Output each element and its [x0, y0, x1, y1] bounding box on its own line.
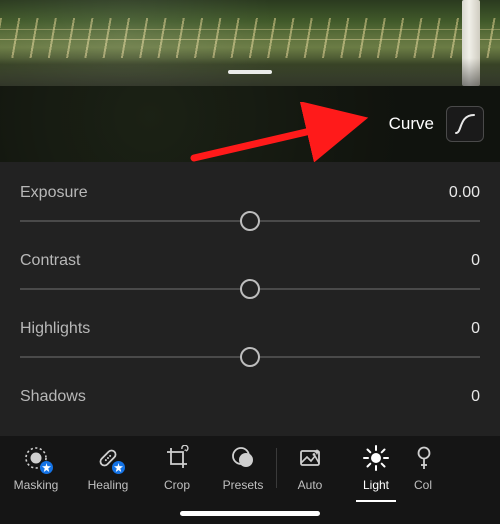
curve-header: Curve — [0, 86, 500, 162]
tool-label: Presets — [223, 478, 264, 492]
highlights-row: Highlights 0 — [20, 310, 480, 360]
exposure-row: Exposure 0.00 — [20, 174, 480, 224]
tool-healing[interactable]: Healing — [72, 444, 144, 502]
photo-texture — [0, 18, 500, 58]
contrast-row: Contrast 0 — [20, 242, 480, 292]
exposure-value: 0.00 — [449, 184, 480, 202]
highlights-value: 0 — [471, 320, 480, 338]
auto-icon — [296, 444, 324, 472]
contrast-value: 0 — [471, 252, 480, 270]
new-badge-icon — [40, 461, 53, 474]
home-indicator[interactable] — [180, 511, 320, 516]
presets-icon — [229, 444, 257, 472]
crop-icon — [163, 444, 191, 472]
tool-masking[interactable]: Masking — [0, 444, 72, 502]
light-icon — [362, 444, 390, 472]
shadows-value: 0 — [471, 388, 480, 406]
tool-label: Crop — [164, 478, 190, 492]
tool-label: Masking — [14, 478, 59, 492]
panel-drag-handle[interactable] — [228, 70, 272, 74]
exposure-thumb[interactable] — [240, 211, 260, 231]
bottom-toolbar: Masking — [0, 436, 500, 524]
masking-icon — [22, 444, 50, 472]
tool-light[interactable]: Light — [343, 444, 409, 502]
tool-label: Healing — [88, 478, 129, 492]
tool-color[interactable]: Col — [409, 444, 443, 502]
tool-label: Light — [363, 478, 389, 492]
contrast-thumb[interactable] — [240, 279, 260, 299]
color-icon — [412, 444, 440, 472]
tool-presets[interactable]: Presets — [210, 444, 276, 502]
light-panel: Exposure 0.00 Contrast 0 Highlights 0 — [0, 162, 500, 436]
exposure-slider[interactable] — [20, 220, 480, 222]
exposure-label: Exposure — [20, 184, 88, 202]
highlights-thumb[interactable] — [240, 347, 260, 367]
tool-label: Auto — [298, 478, 323, 492]
healing-icon — [94, 444, 122, 472]
shadows-label: Shadows — [20, 388, 86, 406]
photo-preview[interactable] — [0, 0, 500, 86]
contrast-label: Contrast — [20, 252, 80, 270]
curve-label: Curve — [389, 114, 434, 134]
highlights-slider[interactable] — [20, 356, 480, 358]
curve-button[interactable] — [446, 106, 484, 142]
toolbar-items: Masking — [0, 444, 500, 502]
tool-label: Col — [412, 478, 432, 492]
highlights-label: Highlights — [20, 320, 90, 338]
active-underline — [356, 500, 396, 502]
app-root: Curve Exposure 0.00 — [0, 0, 500, 524]
tool-auto[interactable]: Auto — [277, 444, 343, 502]
curve-icon — [453, 112, 477, 136]
shadows-row: Shadows 0 — [20, 378, 480, 406]
new-badge-icon — [112, 461, 125, 474]
contrast-slider[interactable] — [20, 288, 480, 290]
tool-crop[interactable]: Crop — [144, 444, 210, 502]
